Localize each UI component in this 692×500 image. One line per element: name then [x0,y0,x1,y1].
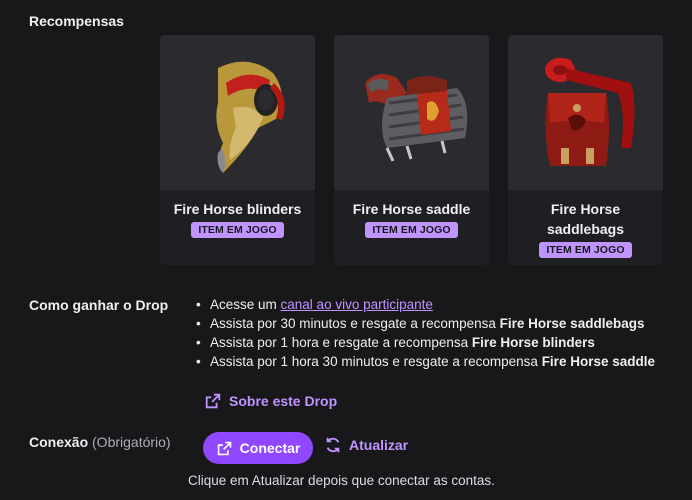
step-text: Assista por 1 hora e resgate a recompens… [210,335,472,350]
steps-list: Acesse um canal ao vivo participante Ass… [196,295,655,371]
reward-name-bold: Fire Horse blinders [471,335,595,350]
external-link-icon [217,441,231,455]
participating-channel-link[interactable]: canal ao vivo participante [281,297,433,312]
refresh-icon [326,437,340,453]
in-game-item-badge: ITEM EM JOGO [365,222,458,238]
reward-card: Fire Horse saddlebags ITEM EM JOGO [508,35,663,265]
help-text: Clique em Atualizar depois que conectar … [188,473,495,488]
list-item: Acesse um canal ao vivo participante [196,295,655,314]
reward-name: Fire Horse saddle [352,201,471,217]
about-drop-link[interactable]: Sobre este Drop [204,392,337,410]
connection-label: Conexão (Obrigatório) [29,434,171,450]
in-game-item-badge: ITEM EM JOGO [539,242,632,258]
refresh-button[interactable]: Atualizar [324,436,408,454]
how-to-title: Como ganhar o Drop [29,297,169,313]
list-item: Assista por 1 hora e resgate a recompens… [196,333,655,352]
connection-title: Conexão [29,434,89,450]
list-item: Assista por 1 hora 30 minutos e resgate … [196,352,655,371]
external-link-icon [205,393,221,409]
refresh-label: Atualizar [349,437,409,453]
reward-name: Fire Horse saddlebags [546,201,625,237]
reward-name-bold: Fire Horse saddle [541,354,655,369]
in-game-item-badge: ITEM EM JOGO [191,222,284,238]
rewards-title: Recompensas [29,13,124,29]
step-text: Assista por 1 hora 30 minutos e resgate … [210,354,542,369]
fire-horse-saddle-image [334,35,489,190]
connect-button[interactable]: Conectar [203,432,313,464]
list-item: Assista por 30 minutos e resgate a recom… [196,314,655,333]
fire-horse-blinders-image [160,35,315,190]
step-text: Assista por 30 minutos e resgate a recom… [210,316,500,331]
reward-card: Fire Horse saddle ITEM EM JOGO [334,35,489,265]
reward-card: Fire Horse blinders ITEM EM JOGO [160,35,315,265]
rewards-list: Fire Horse blinders ITEM EM JOGO Fire Ho… [160,35,663,265]
about-drop-label: Sobre este Drop [229,393,338,409]
required-note: (Obrigatório) [92,434,171,450]
fire-horse-saddlebags-image [508,35,663,190]
reward-name-bold: Fire Horse saddlebags [499,316,645,331]
step-text: Acesse um [210,297,281,312]
connect-label: Conectar [239,440,301,456]
reward-name: Fire Horse blinders [173,201,302,217]
